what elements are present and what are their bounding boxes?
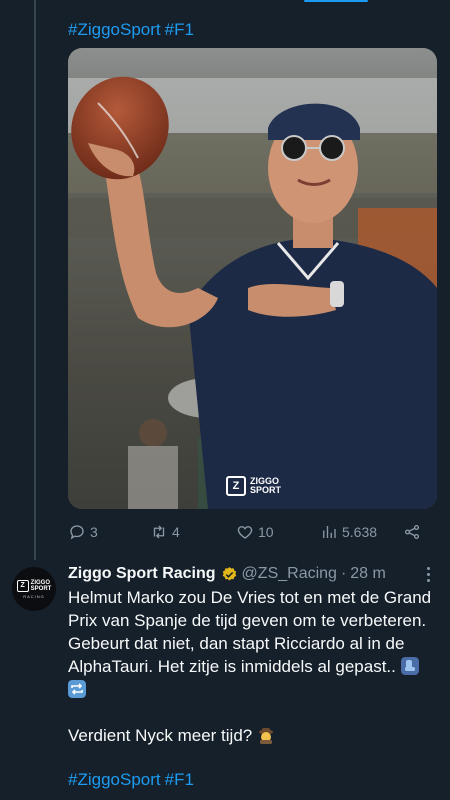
retweet-button[interactable]: 4 [150, 521, 180, 543]
tab-indicator [304, 0, 368, 2]
verified-badge-icon [222, 566, 236, 580]
tweet1-media-image[interactable]: Z ZIGGO SPORT [68, 48, 437, 509]
share-button[interactable] [403, 521, 421, 543]
tweet-text-paragraph-2: Verdient Nyck meer tijd? [68, 726, 253, 745]
repeat-emoji-icon [68, 680, 86, 698]
media-watermark-logo: Z ZIGGO SPORT [226, 476, 281, 496]
tweet1-action-bar: 3 4 10 5.638 [68, 521, 428, 543]
like-count: 10 [258, 524, 274, 540]
reply-icon [70, 525, 84, 540]
tweet-text-paragraph-1: Helmut Marko zou De Vries tot en met de … [68, 588, 432, 676]
views-count: 5.638 [342, 524, 378, 540]
hashtag-link[interactable]: #ZiggoSport [68, 770, 161, 789]
like-button[interactable]: 10 [236, 521, 274, 543]
share-icon [404, 524, 420, 540]
reply-button[interactable]: 3 [68, 521, 98, 543]
avatar[interactable]: Z ZIGGO SPORT RACING [12, 567, 56, 611]
avatar-logo: Z ZIGGO SPORT [16, 579, 52, 592]
tweet2-hashtags: #ZiggoSport #F1 [68, 770, 198, 790]
avatar-text-line3: RACING [23, 593, 45, 599]
more-options-icon[interactable] [422, 565, 434, 583]
hashtag-link[interactable]: #ZiggoSport [68, 20, 161, 39]
like-icon [237, 526, 253, 539]
hashtag-link[interactable]: #F1 [165, 770, 194, 789]
reply-count: 3 [90, 524, 98, 540]
views-icon [323, 526, 336, 538]
avatar-text-line2: SPORT [30, 585, 52, 592]
retweet-icon [153, 525, 165, 539]
seat-emoji-icon [400, 657, 419, 675]
photo-nyck-throwing-football [68, 48, 437, 509]
tweet2-header: Ziggo Sport Racing @ZS_Racing · 28 m [68, 563, 408, 585]
ziggo-z-icon: Z [16, 579, 29, 592]
ziggo-z-icon: Z [226, 476, 246, 496]
display-name[interactable]: Ziggo Sport Racing [68, 565, 216, 583]
views-button[interactable]: 5.638 [320, 521, 377, 543]
timestamp[interactable]: 28 m [350, 565, 386, 583]
detective-emoji-icon [258, 728, 273, 744]
watermark-line2: SPORT [250, 485, 282, 495]
separator-dot: · [340, 565, 347, 582]
thread-connector-line [34, 0, 36, 560]
tweet1-hashtags: #ZiggoSport #F1 [68, 20, 198, 40]
hashtag-link[interactable]: #F1 [165, 20, 194, 39]
user-handle[interactable]: @ZS_Racing [242, 565, 337, 583]
retweet-count: 4 [172, 524, 180, 540]
tweet2-text: Helmut Marko zou De Vries tot en met de … [68, 586, 438, 747]
